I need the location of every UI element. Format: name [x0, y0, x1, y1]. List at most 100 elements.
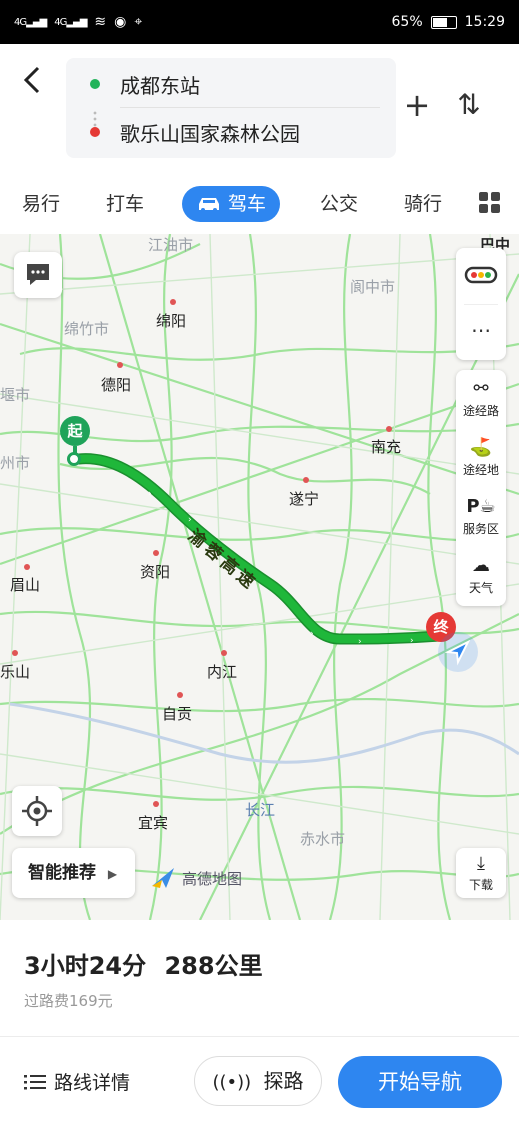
city-dot [153, 550, 159, 556]
feedback-button[interactable] [14, 252, 62, 298]
list-icon [24, 1074, 46, 1089]
smart-recommend-button[interactable]: 智能推荐 ▶ [12, 848, 135, 898]
tab-bus[interactable]: 公交 [320, 186, 358, 222]
tab-drive[interactable]: 驾车 [182, 186, 281, 222]
amap-logo-text: 高德地图 [182, 869, 243, 888]
route-details-label: 路线详情 [54, 1072, 131, 1094]
current-location-arrow-icon [444, 639, 471, 666]
destination-dot-icon [90, 127, 100, 137]
explore-route-button[interactable]: ((•)) 探路 [194, 1056, 322, 1106]
signal-icon-2: 4G▂▄▆ [54, 16, 87, 28]
field-divider [120, 107, 380, 108]
tab-bike[interactable]: 骑行 [404, 186, 442, 222]
city-nanchong: 南充 [371, 438, 402, 456]
edge-city-1: 堰市 [0, 386, 31, 404]
route-header: 成都东站 歌乐山国家森林公园 + ⇅ [0, 44, 519, 172]
signal-icon: 4G▂▄▆ [14, 16, 47, 28]
edge-city-2: 州市 [0, 454, 31, 472]
add-waypoint-button[interactable]: + [400, 88, 434, 122]
map-view[interactable]: › › › › › 江油市 阆中市 绵竹市 绵阳 德阳 南充 遂宁 资阳 眉山 内江 乐… [0, 234, 519, 920]
destination-field[interactable]: 歌乐山国家森林公园 [90, 112, 300, 152]
eye-icon: ◉ [114, 14, 127, 30]
route-tools: ⚯ 途经路 ⛳ 途经地 P☕ 服务区 ☁ 天气 [456, 370, 506, 606]
via-place-label: 途经地 [462, 463, 499, 477]
route-summary-panel: 3小时24分 288公里 过路费169元 路线详情 ((•)) 探路 开始导航 [0, 920, 519, 1125]
city-dot [386, 426, 392, 432]
start-marker[interactable]: 起 [60, 416, 90, 446]
city-dot [303, 477, 309, 483]
crosshair-icon [22, 796, 52, 826]
via-route-icon: ⚯ [473, 378, 489, 399]
more-options-button[interactable]: ⋯ [456, 306, 506, 360]
service-area-label: 服务区 [462, 522, 499, 536]
mode-tabs: 易行 打车 驾车 公交 骑行 [0, 172, 519, 234]
battery-icon [430, 15, 457, 29]
route-details-button[interactable]: 路线详情 [24, 1068, 130, 1095]
svg-text:›: › [188, 515, 192, 525]
amap-logo-icon [152, 868, 174, 888]
chevron-left-icon [23, 66, 40, 94]
svg-text:›: › [310, 629, 314, 639]
clock: 15:29 [464, 14, 505, 30]
city-dot [117, 362, 123, 368]
tab-taxi[interactable]: 打车 [106, 186, 144, 222]
traffic-light-icon [464, 266, 498, 284]
via-place-button[interactable]: ⛳ 途经地 [456, 429, 506, 487]
controls-divider [464, 304, 498, 305]
city-yibin: 宜宾 [138, 814, 169, 832]
start-point [67, 452, 81, 466]
city-dot [24, 564, 30, 570]
svg-text:›: › [148, 489, 152, 499]
via-route-button[interactable]: ⚯ 途经路 [456, 370, 506, 428]
more-modes-icon[interactable] [479, 192, 501, 214]
city-ziyang: 资阳 [140, 563, 171, 581]
traffic-button[interactable] [456, 248, 506, 304]
toll-fee: 过路费169元 [24, 992, 113, 1010]
svg-text:›: › [358, 637, 362, 647]
download-button[interactable]: ⤓ 下载 [456, 848, 506, 898]
car-icon [199, 198, 219, 212]
origin-dot-icon [90, 79, 100, 89]
city-dot [170, 299, 176, 305]
origin-field[interactable]: 成都东站 [90, 64, 200, 104]
weather-label: 天气 [468, 581, 493, 595]
city-suining: 遂宁 [289, 490, 320, 508]
cloud-icon: ☁ [472, 555, 490, 576]
panel-divider [0, 1036, 519, 1037]
city-chishui: 赤水市 [300, 830, 346, 848]
wifi-icon: ≋ [94, 14, 107, 30]
city-dot [221, 650, 227, 656]
route-duration: 3小时24分 [24, 952, 147, 980]
city-dot [12, 650, 18, 656]
city-deyang: 德阳 [101, 376, 132, 394]
tab-yixing[interactable]: 易行 [22, 186, 60, 222]
route-summary[interactable]: 3小时24分 288公里 [24, 946, 263, 981]
status-bar: 4G▂▄▆ 4G▂▄▆ ≋ ◉ ⌖ 65% 15:29 [0, 0, 519, 44]
city-zigong: 自贡 [162, 705, 193, 723]
service-area-button[interactable]: P☕ 服务区 [456, 488, 506, 546]
locate-button[interactable] [12, 786, 62, 836]
battery-percent: 65% [391, 14, 423, 30]
weather-button[interactable]: ☁ 天气 [456, 547, 506, 605]
swap-route-button[interactable]: ⇅ [452, 88, 486, 122]
city-dot [153, 801, 159, 807]
city-neijiang: 内江 [207, 663, 238, 681]
city-jiangyou: 江油市 [148, 236, 194, 254]
download-icon: ⤓ [477, 853, 485, 874]
city-langzhong: 阆中市 [350, 278, 396, 296]
amap-logo: 高德地图 [150, 866, 242, 890]
route-distance: 288公里 [164, 952, 263, 980]
origin-label: 成都东站 [120, 73, 200, 98]
smart-recommend-label: 智能推荐 [28, 863, 96, 883]
tab-drive-label: 驾车 [228, 193, 267, 215]
city-meishan: 眉山 [10, 576, 41, 594]
start-navigation-button[interactable]: 开始导航 [338, 1056, 502, 1108]
play-arrow-icon: ▶ [107, 867, 118, 881]
map-pin-icon: ⛳ [469, 437, 493, 458]
city-mianyang: 绵阳 [156, 312, 187, 330]
explore-label: 探路 [263, 1069, 304, 1093]
location-icon: ⌖ [134, 14, 143, 30]
back-button[interactable] [18, 62, 48, 98]
destination-label: 歌乐山国家森林公园 [120, 121, 300, 146]
route-input-box: 成都东站 歌乐山国家森林公园 [66, 58, 396, 158]
